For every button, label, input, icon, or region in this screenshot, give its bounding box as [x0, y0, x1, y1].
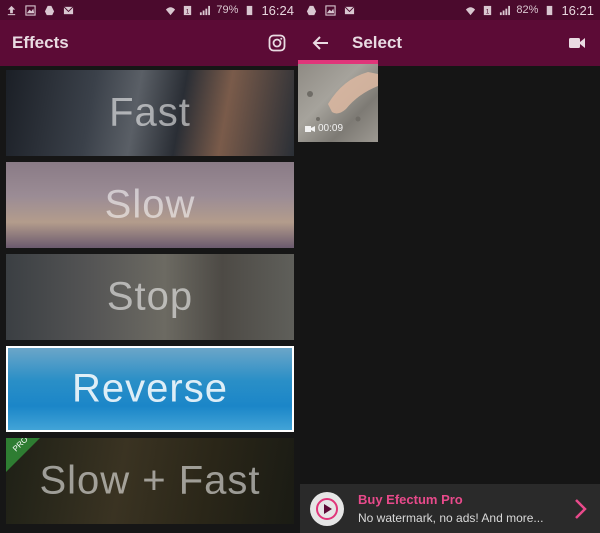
buy-pro-banner[interactable]: Buy Efectum Pro No watermark, no ads! An… — [300, 484, 600, 533]
wifi-icon — [166, 6, 176, 15]
effect-label: Slow + Fast — [39, 458, 261, 503]
effects-screen: 1 79% 16:24 Effects Fast Slow Stop Rever… — [0, 0, 300, 533]
status-bar: 1 82% 16:21 — [300, 0, 600, 20]
drive-icon — [306, 5, 317, 15]
instagram-button[interactable] — [266, 32, 288, 54]
battery-icon — [247, 5, 253, 15]
mail-icon — [63, 6, 74, 14]
promo-title: Buy Efectum Pro — [358, 492, 463, 507]
sim-icon: 1 — [184, 5, 192, 15]
chevron-right-icon — [575, 498, 587, 519]
signal-icon — [200, 5, 211, 15]
video-thumbnail[interactable]: 00:09 — [298, 60, 378, 142]
effect-tile-fast[interactable]: Fast — [6, 70, 294, 156]
effect-label: Reverse — [72, 366, 228, 411]
effect-label: Fast — [109, 90, 191, 135]
page-title: Select — [352, 33, 403, 52]
effect-tile-slow[interactable]: Slow — [6, 162, 294, 248]
wifi-icon — [466, 6, 476, 15]
effect-label: Slow — [104, 182, 196, 227]
mail-icon — [344, 6, 355, 14]
battery-percent: 82% — [516, 4, 539, 16]
battery-icon — [547, 5, 553, 15]
signal-icon — [500, 5, 511, 15]
effect-tile-slow-fast[interactable]: PRO Slow + Fast — [6, 438, 294, 524]
upload-icon — [7, 5, 16, 15]
image-icon — [325, 4, 336, 16]
video-camera-icon — [569, 38, 585, 48]
sim-icon: 1 — [484, 5, 492, 15]
video-camera-icon — [305, 125, 315, 132]
svg-text:1: 1 — [186, 8, 190, 15]
video-camera-button[interactable] — [566, 32, 588, 54]
image-icon — [25, 4, 36, 16]
back-button[interactable] — [312, 34, 330, 52]
effects-app-bar: Effects — [0, 20, 300, 66]
effect-tile-reverse[interactable]: Reverse — [6, 346, 294, 432]
status-time: 16:21 — [561, 2, 594, 18]
status-time: 16:24 — [261, 2, 294, 18]
battery-percent: 79% — [216, 4, 239, 16]
effect-label: Stop — [106, 274, 194, 319]
promo-subtitle: No watermark, no ads! And more... — [358, 511, 544, 525]
video-duration: 00:09 — [305, 123, 343, 134]
video-duration-text: 00:09 — [318, 123, 344, 134]
back-arrow-icon — [312, 36, 328, 50]
svg-text:1: 1 — [486, 8, 490, 15]
instagram-icon — [268, 34, 286, 52]
effect-tile-stop[interactable]: Stop — [6, 254, 294, 340]
effects-list: Fast Slow Stop Reverse PRO Slow + Fast — [0, 66, 300, 524]
page-title: Effects — [12, 33, 69, 52]
screenshot-root: 1 79% 16:24 Effects Fast Slow Stop Rever… — [0, 0, 600, 533]
play-icon — [316, 497, 338, 520]
status-bar: 1 79% 16:24 — [0, 0, 300, 20]
efectum-logo — [310, 491, 344, 526]
drive-icon — [44, 5, 55, 15]
